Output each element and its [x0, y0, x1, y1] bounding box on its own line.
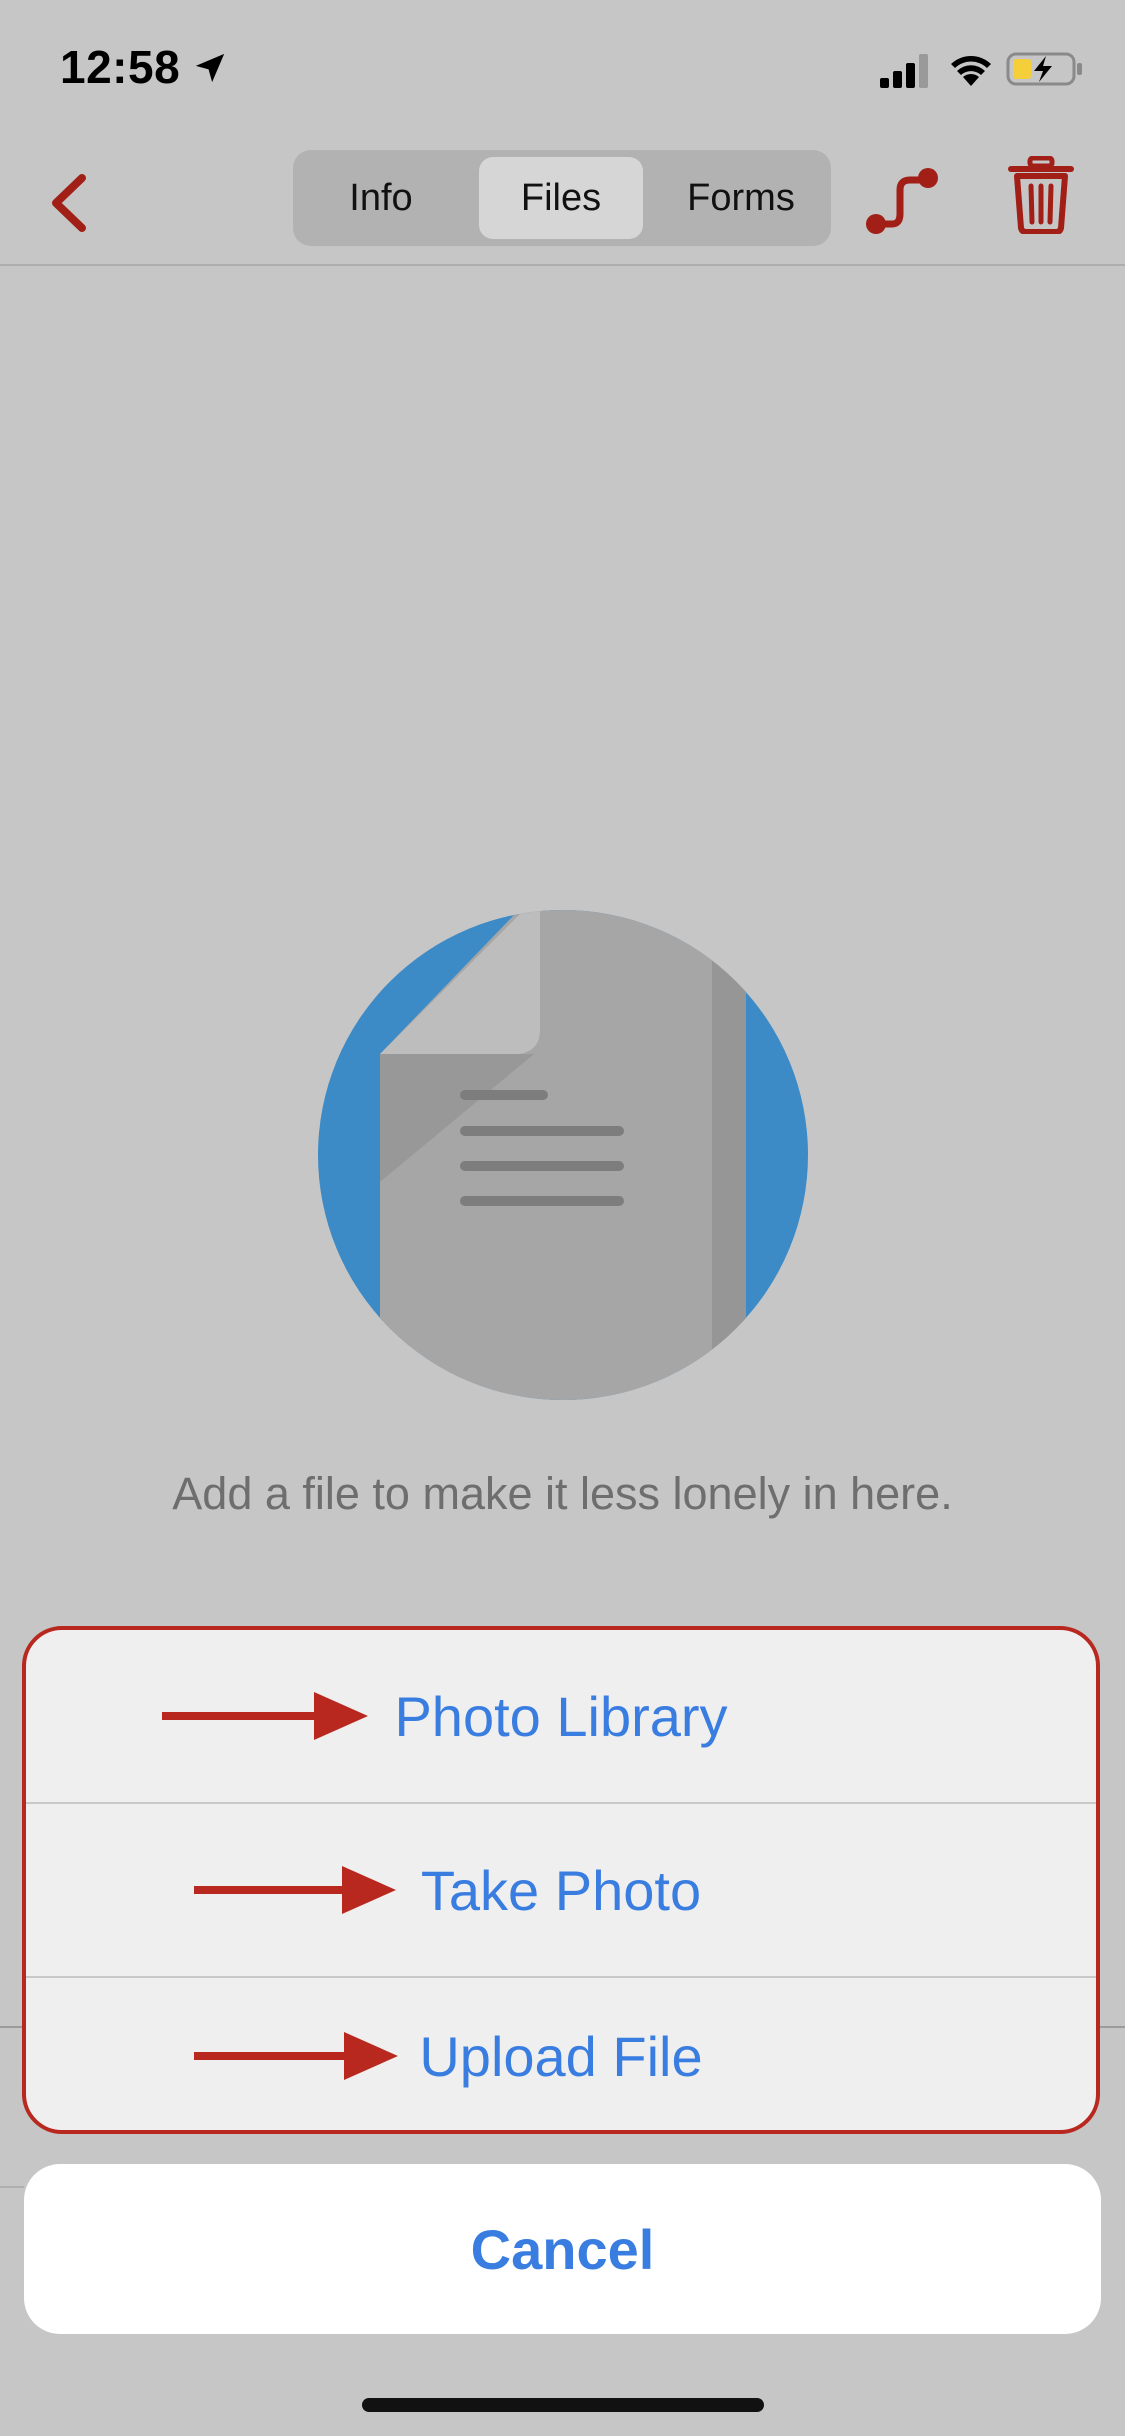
- status-bar: 12:58: [0, 0, 1125, 140]
- status-time: 12:58: [60, 41, 181, 93]
- nav-bar: Info Files Forms: [0, 140, 1125, 266]
- arrow-right-icon: [194, 1866, 396, 1914]
- photo-library-label: Photo Library: [394, 1684, 728, 1748]
- action-sheet: Photo Library Take Photo Upload File: [22, 1626, 1100, 2134]
- arrow-right-icon: [194, 2032, 398, 2080]
- cellular-signal-icon: [880, 54, 928, 88]
- background-divider-right: [1100, 2026, 1125, 2028]
- take-photo-option[interactable]: Take Photo: [26, 1804, 1096, 1976]
- home-indicator: [362, 2398, 764, 2412]
- trash-icon[interactable]: [1008, 156, 1074, 234]
- tab-segmented-control: Info Files Forms: [293, 150, 831, 246]
- empty-state-message: Add a file to make it less lonely in her…: [172, 1468, 953, 1519]
- upload-file-option[interactable]: Upload File: [26, 1978, 1096, 2130]
- location-arrow-icon: [195, 53, 225, 83]
- cancel-button[interactable]: Cancel: [24, 2164, 1101, 2334]
- photo-library-option[interactable]: Photo Library: [26, 1630, 1096, 1802]
- tab-info[interactable]: Info: [301, 157, 461, 239]
- take-photo-label: Take Photo: [420, 1858, 702, 1922]
- battery-charging-icon: [1006, 52, 1082, 86]
- background-divider-left-2: [0, 2186, 24, 2188]
- wifi-icon: [951, 56, 991, 86]
- tab-forms[interactable]: Forms: [659, 157, 823, 239]
- arrow-right-icon: [162, 1692, 368, 1740]
- route-icon[interactable]: [862, 156, 944, 240]
- document-icon: [318, 910, 808, 1400]
- background-divider-left: [0, 2026, 22, 2028]
- upload-file-label: Upload File: [419, 2024, 703, 2088]
- tab-files[interactable]: Files: [479, 157, 643, 239]
- chevron-left-icon[interactable]: [42, 170, 102, 236]
